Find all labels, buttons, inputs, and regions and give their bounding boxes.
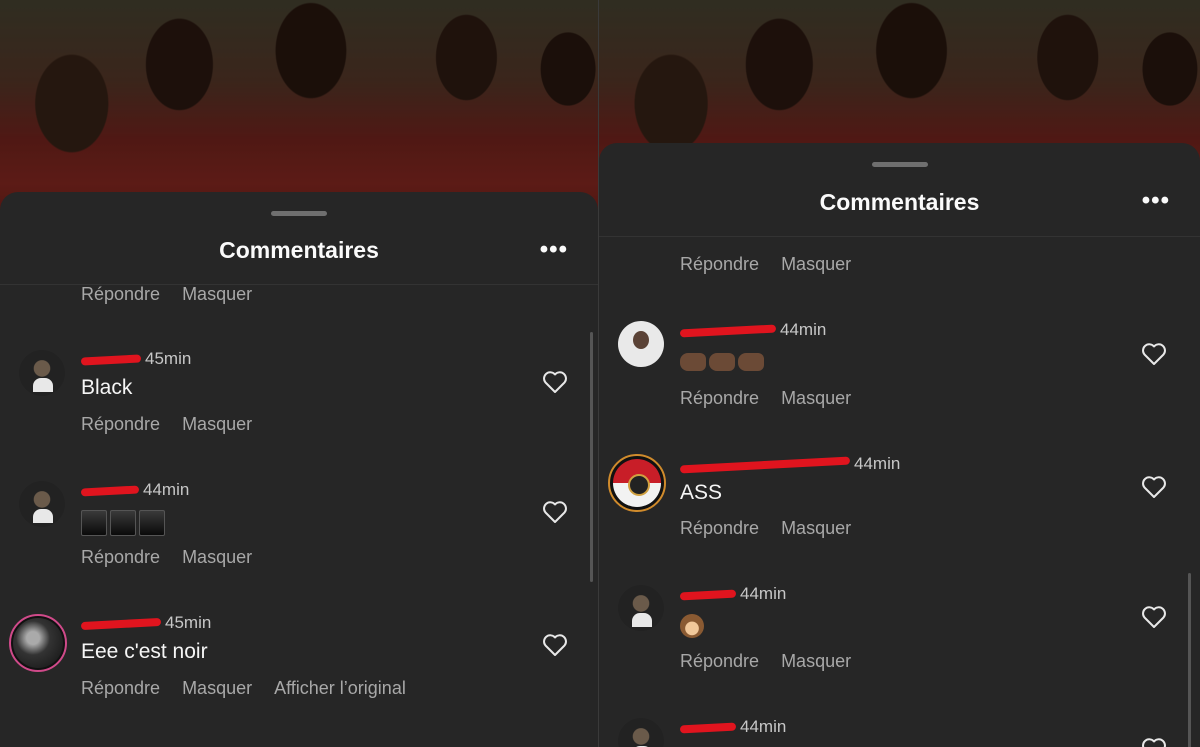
user-avatar[interactable] [19, 350, 65, 396]
comment-time: 45min [145, 349, 192, 368]
comment-time: 44min [740, 584, 787, 603]
reply-button[interactable]: Répondre [81, 547, 160, 567]
hide-button[interactable]: Masquer [781, 518, 851, 538]
hide-button[interactable]: Masquer [781, 651, 851, 671]
redaction-mark [679, 589, 737, 600]
drag-handle[interactable] [271, 211, 327, 216]
user-avatar[interactable] [618, 321, 664, 367]
user-avatar[interactable] [618, 718, 664, 747]
username[interactable]: 44min [679, 454, 901, 474]
comment-text: Eee c'est noir [81, 640, 208, 663]
redaction-mark [80, 485, 140, 497]
redaction-mark [679, 722, 737, 733]
comments-sheet: Commentaires ••• Répondre Masquer 44min R… [599, 143, 1200, 747]
drag-handle[interactable] [871, 162, 928, 167]
comment-time: 44min [854, 454, 901, 473]
username[interactable]: 44min [80, 480, 190, 500]
username[interactable]: 45min [80, 349, 192, 369]
header-divider [599, 236, 1200, 237]
heart-icon[interactable] [1141, 475, 1167, 499]
scrollbar[interactable] [590, 332, 593, 582]
comment-actions: Répondre Masquer [81, 284, 274, 305]
comment-actions: Répondre Masquer [680, 388, 873, 409]
reply-button[interactable]: Répondre [680, 518, 759, 538]
comment-time: 45min [165, 613, 212, 632]
reply-button[interactable]: Répondre [680, 254, 759, 274]
see-original-button[interactable]: Afficher l’original [274, 678, 406, 698]
comment-time: 44min [740, 717, 787, 736]
user-avatar[interactable] [618, 585, 664, 631]
comments-sheet: Commentaires ••• Répondre Masquer 45min B… [0, 192, 598, 747]
comment-text: Black [81, 376, 133, 399]
hide-button[interactable]: Masquer [182, 547, 252, 567]
sheet-title: Commentaires [219, 237, 379, 263]
comment-actions: Répondre Masquer [81, 414, 274, 435]
comment-actions: Répondre Masquer [680, 518, 873, 539]
heart-icon[interactable] [1141, 605, 1167, 629]
redaction-mark [80, 617, 162, 630]
heart-icon[interactable] [542, 633, 568, 657]
comment-actions: Répondre Masquer Afficher l’original [81, 678, 428, 699]
comment-actions: Répondre Masquer [81, 547, 274, 568]
club-logo-avatar[interactable] [608, 454, 666, 512]
more-options-icon[interactable]: ••• [1142, 187, 1170, 215]
black-square-emoji [81, 510, 168, 536]
monkey-emoji [680, 614, 704, 639]
redaction-mark [679, 456, 851, 473]
comment-text: ASS [680, 481, 723, 504]
comment-actions: Répondre Masquer [680, 254, 873, 275]
redaction-mark [80, 353, 142, 366]
heart-icon[interactable] [542, 500, 568, 524]
comment-time: 44min [780, 320, 827, 339]
more-options-icon[interactable]: ••• [540, 236, 568, 264]
username[interactable]: 44min [679, 320, 827, 340]
redaction-mark [679, 324, 777, 338]
comment-time: 44min [143, 480, 190, 499]
user-avatar[interactable] [9, 614, 67, 672]
hide-button[interactable]: Masquer [781, 388, 851, 408]
comment-actions: Répondre Masquer [680, 651, 873, 672]
right-screenshot: Commentaires ••• Répondre Masquer 44min R… [599, 0, 1200, 747]
heart-icon[interactable] [1141, 737, 1167, 747]
username[interactable]: 45min [80, 613, 212, 633]
reply-button[interactable]: Répondre [81, 414, 160, 434]
username[interactable]: 44min [679, 717, 787, 737]
hide-button[interactable]: Masquer [182, 678, 252, 698]
username[interactable]: 44min [679, 584, 787, 604]
fist-emoji [680, 350, 767, 374]
sheet-title: Commentaires [819, 189, 980, 215]
user-avatar[interactable] [19, 481, 65, 527]
hide-button[interactable]: Masquer [182, 414, 252, 434]
reply-button[interactable]: Répondre [680, 388, 759, 408]
scrollbar[interactable] [1188, 573, 1191, 747]
heart-icon[interactable] [542, 370, 568, 394]
hide-button[interactable]: Masquer [781, 254, 851, 274]
reply-button[interactable]: Répondre [680, 651, 759, 671]
heart-icon[interactable] [1141, 342, 1167, 366]
reply-button[interactable]: Répondre [81, 284, 160, 304]
left-screenshot: Commentaires ••• Répondre Masquer 45min B… [0, 0, 598, 747]
hide-button[interactable]: Masquer [182, 284, 252, 304]
reply-button[interactable]: Répondre [81, 678, 160, 698]
